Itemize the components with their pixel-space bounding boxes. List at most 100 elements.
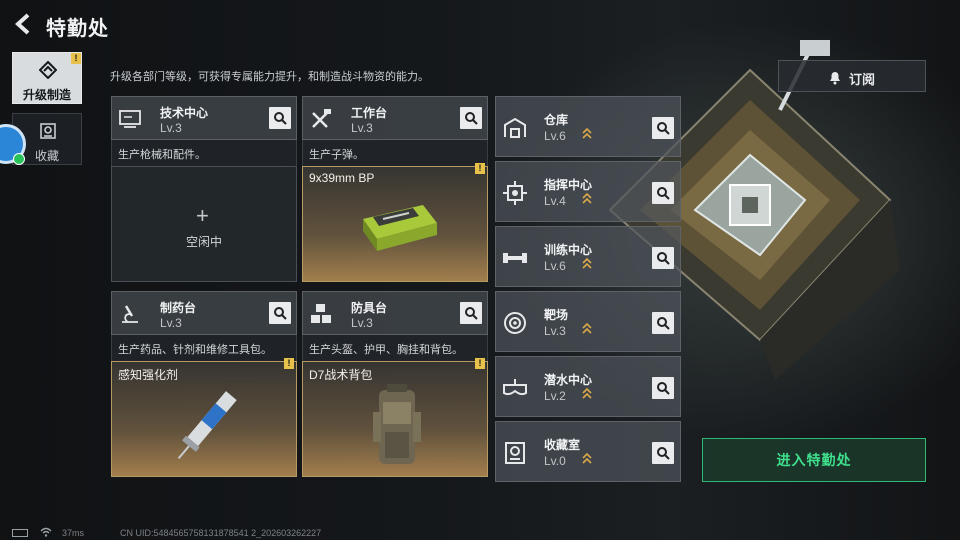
facility-name: 工作台 — [351, 106, 388, 120]
product-name: 感知强化剂 — [118, 368, 179, 382]
search-button[interactable] — [269, 107, 291, 129]
upgrade-arrow-icon — [582, 323, 592, 334]
search-button[interactable] — [652, 442, 674, 464]
facility-header[interactable]: 防具台 Lv.3 — [302, 291, 488, 335]
idle-label: 空闲中 — [185, 235, 222, 249]
search-icon — [657, 382, 670, 395]
header: 特勤处 — [0, 0, 960, 48]
search-icon — [274, 307, 287, 320]
upgrade-arrow-icon — [582, 388, 592, 399]
facility-header[interactable]: 技术中心 Lv.3 — [111, 96, 297, 140]
target-icon — [504, 312, 526, 334]
upgrade-craft-icon — [39, 61, 57, 79]
syringe-image — [177, 391, 237, 460]
back-arrow-icon[interactable] — [12, 12, 34, 36]
page-title: 特勤处 — [46, 18, 109, 40]
subscribe-label: 订阅 — [849, 72, 876, 87]
facility-level: Lv.3 — [351, 121, 373, 135]
command-chip-icon — [503, 181, 527, 205]
warehouse-icon — [504, 117, 526, 138]
facility-description: 生产枪械和配件。 — [111, 140, 297, 166]
search-icon — [657, 447, 670, 460]
facility-name: 技术中心 — [160, 106, 209, 120]
search-icon — [657, 187, 670, 200]
search-icon — [465, 307, 478, 320]
search-button[interactable] — [652, 247, 674, 269]
subscribe-button[interactable]: 订阅 — [778, 60, 926, 92]
department-level: Lv.4 — [544, 194, 566, 208]
search-button[interactable] — [269, 302, 291, 324]
facility-level: Lv.3 — [160, 316, 182, 330]
department-row[interactable]: 训练中心 Lv.6 — [495, 226, 681, 287]
backpack-image — [373, 384, 421, 464]
production-slot-product[interactable]: 9x39mm BP ! — [302, 163, 488, 282]
search-button[interactable] — [652, 117, 674, 139]
department-level: Lv.6 — [544, 129, 566, 143]
alert-badge: ! — [284, 358, 294, 369]
monitor-icon — [119, 110, 141, 128]
microscope-icon — [122, 305, 138, 323]
department-level: Lv.2 — [544, 389, 566, 403]
department-row[interactable]: 指挥中心 Lv.4 — [495, 161, 681, 222]
department-row[interactable]: 潜水中心 Lv.2 — [495, 356, 681, 417]
facility-description: 生产药品、针剂和维修工具包。 — [111, 335, 297, 361]
page-subtitle: 升级各部门等级，可获得专属能力提升，和制造战斗物资的能力。 — [110, 71, 429, 83]
search-icon — [657, 317, 670, 330]
ping-readout: 37ms — [62, 528, 85, 538]
facility-header[interactable]: 制药台 Lv.3 — [111, 291, 297, 335]
production-slot-product[interactable]: 感知强化剂 ! — [111, 358, 297, 477]
search-icon — [657, 252, 670, 265]
user-uid: CN UID:5484565758131878541 2_20260326222… — [120, 528, 322, 538]
search-button[interactable] — [460, 107, 482, 129]
production-slot-product[interactable]: D7战术背包 ! — [302, 358, 488, 477]
alert-badge: ! — [475, 163, 485, 174]
bell-icon — [830, 72, 840, 85]
facility-card-pharmacy: 制药台 Lv.3 生产药品、针剂和维修工具包。 感知强化剂 ! — [111, 291, 297, 481]
department-name: 指挥中心 — [544, 178, 593, 192]
search-button[interactable] — [652, 377, 674, 399]
facility-description: 生产子弹。 — [302, 140, 488, 166]
facility-card-armor-bench: 防具台 Lv.3 生产头盔、护甲、胸挂和背包。 D7战术背包 ! — [302, 291, 488, 481]
production-slot-idle[interactable]: + 空闲中 — [111, 166, 297, 282]
department-name: 训练中心 — [544, 243, 593, 257]
wifi-status-icon — [13, 153, 25, 165]
diving-mask-icon — [503, 379, 527, 396]
search-icon — [657, 122, 670, 135]
enter-button-label: 进入特勤处 — [776, 452, 852, 468]
collection-icon — [40, 123, 56, 139]
search-button[interactable] — [460, 302, 482, 324]
search-button[interactable] — [652, 312, 674, 334]
ammo-box-image — [363, 205, 437, 251]
facility-header[interactable]: 工作台 Lv.3 — [302, 96, 488, 140]
alert-badge: ! — [71, 53, 81, 64]
department-row[interactable]: 仓库 Lv.6 — [495, 96, 681, 157]
department-row[interactable]: 收藏室 Lv.0 — [495, 421, 681, 482]
department-level: Lv.6 — [544, 259, 566, 273]
facility-level: Lv.3 — [160, 121, 182, 135]
upgrade-arrow-icon — [582, 453, 592, 464]
facility-name: 防具台 — [351, 301, 388, 315]
search-button[interactable] — [652, 182, 674, 204]
department-row[interactable]: 靶场 Lv.3 — [495, 291, 681, 352]
facility-description: 生产头盔、护甲、胸挂和背包。 — [302, 335, 488, 361]
tools-icon — [312, 109, 331, 128]
department-name: 靶场 — [544, 308, 569, 322]
upgrade-arrow-icon — [582, 193, 592, 204]
upgrade-arrow-icon — [582, 128, 592, 139]
product-name: 9x39mm BP — [309, 171, 375, 185]
search-icon — [274, 112, 287, 125]
department-level: Lv.3 — [544, 324, 566, 338]
add-icon: + — [196, 203, 209, 228]
product-name: D7战术背包 — [309, 368, 373, 382]
facility-card-tech-center: 技术中心 Lv.3 生产枪械和配件。 + 空闲中 — [111, 96, 297, 286]
facility-name: 制药台 — [160, 301, 197, 315]
tab-upgrade-craft[interactable]: 升级制造 ! — [12, 52, 82, 104]
dumbbell-icon — [503, 253, 527, 263]
alert-badge: ! — [475, 358, 485, 369]
search-icon — [465, 112, 478, 125]
wifi-icon — [40, 527, 52, 537]
department-level: Lv.0 — [544, 454, 566, 468]
cubes-icon — [311, 304, 331, 323]
enter-special-facility-button[interactable]: 进入特勤处 — [702, 438, 926, 482]
collection-icon — [505, 442, 525, 464]
